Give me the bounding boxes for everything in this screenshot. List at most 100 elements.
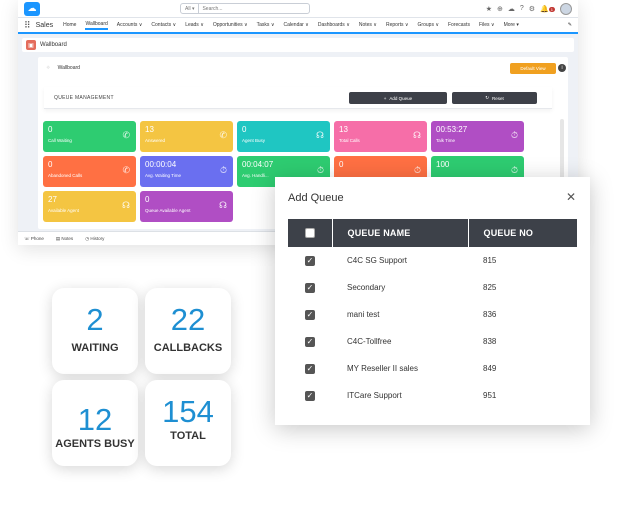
stat-value: 2 [86,302,104,337]
nav-item-opportunities[interactable]: Opportunities ∨ [213,22,248,28]
board-title: ⁘ Wallboard [46,65,80,71]
row-checkbox[interactable]: ✓ [305,309,315,320]
table-row[interactable]: ✓ Secondary 825 [288,274,577,301]
drag-handle-icon[interactable]: ⁘ [46,65,50,71]
stat-value: 154 [162,394,214,429]
nav-item-forecasts[interactable]: Forecasts [448,22,470,28]
table-row[interactable]: ✓ C4C-Tollfree 838 [288,328,577,355]
queue-no-cell: 836 [483,310,497,319]
tile-value: 100 [436,160,450,169]
utility-phone[interactable]: ☏ Phone [24,236,44,242]
stat-value: 12 [77,402,113,437]
search-input[interactable]: Search... [199,6,222,12]
nav-item-tasks[interactable]: Tasks ∨ [257,22,275,28]
user-avatar[interactable] [560,2,572,15]
global-search[interactable]: All ▾ Search... [180,3,310,14]
nav-item-files[interactable]: Files ∨ [479,22,495,28]
edit-nav-icon[interactable]: ✎ [568,22,572,28]
add-queue-modal: Add Queue ✕ QUEUE NAME QUEUE NO ✓ C4C SG … [275,177,590,425]
metric-tile[interactable]: 0 Abandoned Calls ✆ [43,156,136,187]
timer-icon: ⏱ [510,165,518,175]
nav-item-notes[interactable]: Notes ∨ [359,22,377,28]
stat-label: WAITING [71,342,119,354]
nav-item-reports[interactable]: Reports ∨ [386,22,409,28]
tile-value: 0 [339,160,344,169]
nav-item-calendar[interactable]: Calendar ∨ [284,22,309,28]
wallboard-icon: ▣ [26,40,36,50]
plus-icon: + [383,95,387,101]
headset-icon: ☊ [219,200,227,210]
nav-item-more[interactable]: More ▾ [504,22,519,28]
nav-item-dashboards[interactable]: Dashboards ∨ [318,22,350,28]
nav-item-contacts[interactable]: Contacts ∨ [151,22,176,28]
refresh-icon: ↻ [485,95,489,100]
help-icon[interactable]: ? [520,5,524,12]
queue-name-cell: ITCare Support [347,391,402,400]
metric-tile[interactable]: 0 Agent Busy ☊ [237,121,330,152]
metric-tile[interactable]: 27 Available Agent ☊ [43,191,136,222]
reset-button[interactable]: ↻ Reset [452,92,537,104]
utility-history[interactable]: ◷ History [85,236,104,242]
queue-management-bar: QUEUE MANAGEMENT + Add Queue ↻ Reset [44,87,552,109]
nav-item-home[interactable]: Home [63,22,76,28]
row-checkbox[interactable]: ✓ [305,363,315,374]
stat-card-agents-busy: 12 AGENTS BUSY [52,380,138,466]
utility-notes[interactable]: ▤ Notes [56,236,73,242]
phone-icon: ✆ [122,130,130,140]
add-queue-button[interactable]: + Add Queue [349,92,447,104]
table-row[interactable]: ✓ mani test 836 [288,301,577,328]
column-header-queue-name[interactable]: QUEUE NAME [331,219,468,247]
queue-no-cell: 838 [483,337,497,346]
metric-tile[interactable]: 00:00:04 Avg. Waiting Time ⏱ [140,156,233,187]
metric-tile[interactable]: 13 Answered ✆ [140,121,233,152]
favorites-icon[interactable]: ★ [486,5,492,13]
nav-item-groups[interactable]: Groups ∨ [418,22,439,28]
timer-icon: ⏱ [219,165,227,175]
app-logo-icon[interactable]: ☁ [24,1,40,16]
nav-item-leads[interactable]: Leads ∨ [185,22,204,28]
default-view-label: Default View [520,66,546,71]
info-icon[interactable]: i [558,64,566,72]
notifications-icon[interactable]: 🔔 1 [540,5,555,13]
tile-value: 00:00:04 [145,160,177,169]
app-launcher-icon[interactable]: ⠿ [24,20,31,31]
metric-tile[interactable]: 0 Queue Available Agent ☊ [140,191,233,222]
table-row[interactable]: ✓ C4C SG Support 815 [288,247,577,274]
row-select-cell: ✓ [288,301,332,328]
search-scope-select[interactable]: All ▾ [181,4,200,13]
board-title-text: Wallboard [57,65,80,71]
queue-name-cell: C4C-Tollfree [347,337,392,346]
tile-label: Agent Busy [242,138,266,143]
tile-label: Answered [145,138,166,143]
metric-tile[interactable]: 0 Call Waiting ✆ [43,121,136,152]
notification-badge: 1 [548,6,555,12]
tile-value: 00:53:27 [436,125,468,134]
queue-management-label: QUEUE MANAGEMENT [54,95,114,101]
row-checkbox[interactable]: ✓ [305,336,315,347]
trailhead-icon[interactable]: ☁ [508,5,515,13]
modal-title: Add Queue [288,192,344,204]
metric-tile[interactable]: 00:53:27 Talk Time ⏱ [431,121,524,152]
table-row[interactable]: ✓ ITCare Support 951 [288,382,577,409]
queue-table-body: ✓ C4C SG Support 815 ✓ Secondary 825 ✓ mani tes… [288,247,577,409]
settings-icon[interactable]: ⚙ [529,5,535,13]
phone-icon: ✆ [219,130,227,140]
column-header-queue-no[interactable]: QUEUE NO [467,219,577,247]
headset-icon: ☊ [316,130,324,140]
queue-name-cell: mani test [347,310,380,319]
page-header: ▣ Wallboard [22,38,574,52]
row-checkbox[interactable]: ✓ [305,390,315,401]
close-icon[interactable]: ✕ [566,190,576,204]
metric-tile[interactable]: 13 Total Calls ☊ [334,121,427,152]
table-row[interactable]: ✓ MY Reseller II sales 849 [288,355,577,382]
stat-value: 22 [170,302,206,337]
nav-item-accounts[interactable]: Accounts ∨ [117,22,143,28]
select-all-checkbox[interactable] [304,228,315,239]
row-checkbox[interactable]: ✓ [305,282,315,293]
tile-value: 0 [48,125,53,134]
nav-item-wallboard[interactable]: Wallboard [85,21,108,30]
default-view-button[interactable]: Default View [510,63,556,74]
row-select-cell: ✓ [288,274,332,301]
add-icon[interactable]: ⊕ [497,5,503,13]
row-checkbox[interactable]: ✓ [305,255,315,266]
